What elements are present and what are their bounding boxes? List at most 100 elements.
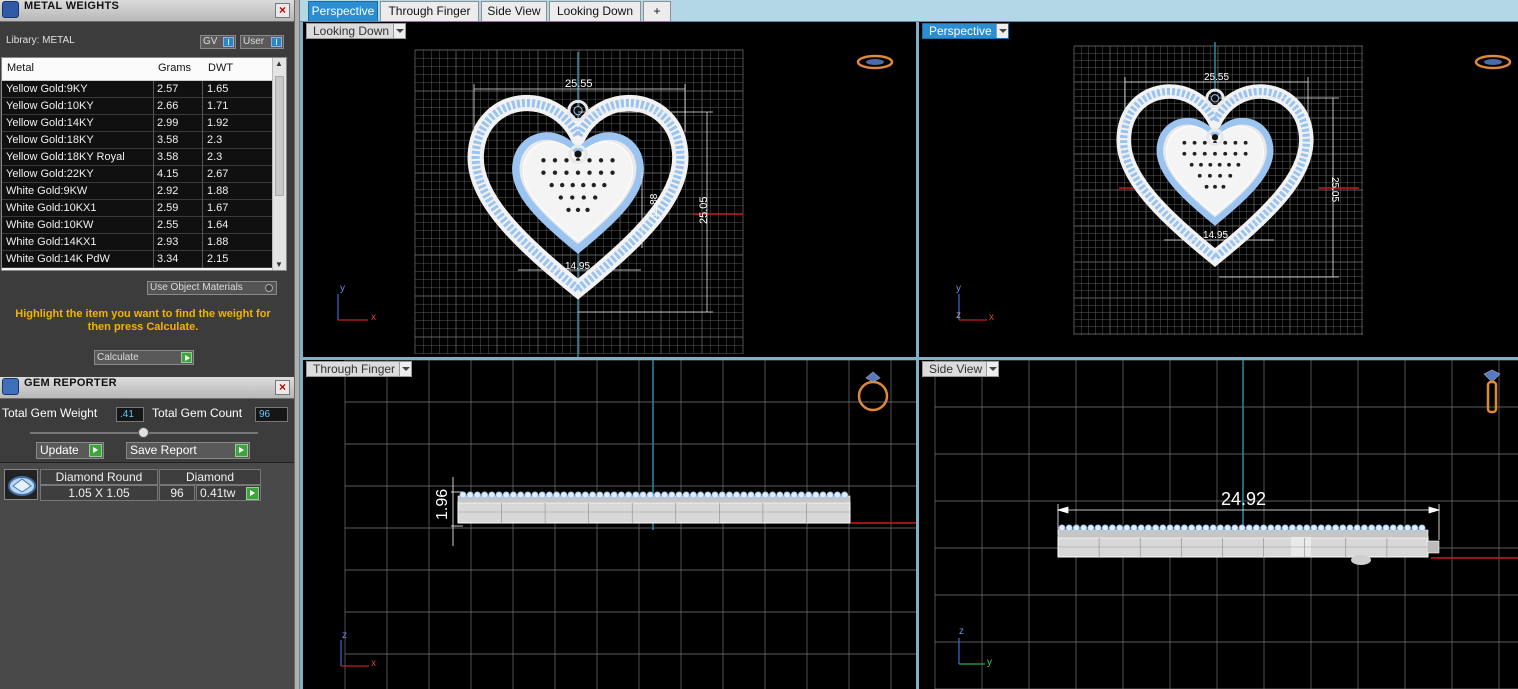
cell-grams: 2.92: [157, 185, 179, 197]
close-icon[interactable]: ×: [275, 3, 290, 18]
table-row[interactable]: Yellow Gold:22KY 4.15 2.67: [2, 166, 272, 183]
cell-metal: Yellow Gold:14KY: [6, 117, 94, 129]
cell-grams: 2.93: [157, 236, 179, 248]
metal-table-header: Metal Grams DWT: [2, 58, 274, 81]
perspective-canvas: 25.55 25.05 14.95: [958, 42, 1512, 335]
cell-dwt: 1.92: [207, 117, 229, 129]
scroll-up-icon[interactable]: ▲: [275, 59, 284, 68]
gem-reporter-header: GEM REPORTER ×: [0, 377, 294, 399]
gem-reporter-title: GEM REPORTER: [24, 377, 117, 389]
viewport-area: 25.55 25.05 11.88 14.95 y x Looking Down: [300, 22, 1518, 689]
update-button[interactable]: Update: [36, 442, 104, 459]
ring-orientation-icon: [857, 371, 889, 412]
cell-dwt: 1.88: [207, 236, 229, 248]
calculate-button[interactable]: Calculate: [94, 350, 194, 365]
gem-weight-cell[interactable]: 0.41tw: [196, 485, 261, 501]
cell-dwt: 1.67: [207, 202, 229, 214]
cell-metal: White Gold:9KW: [6, 185, 88, 197]
ring-orientation-icon: [856, 54, 894, 70]
table-row[interactable]: White Gold:10KX1 2.59 1.67: [2, 200, 272, 217]
gem-slider-knob[interactable]: [138, 427, 149, 438]
table-row[interactable]: Yellow Gold:18KY 3.58 2.3: [2, 132, 272, 149]
scroll-thumb[interactable]: [275, 76, 284, 196]
dim-thickness-label: 1.96: [434, 489, 451, 520]
table-row[interactable]: White Gold:9KW 2.92 1.88: [2, 183, 272, 200]
col-header-dwt[interactable]: DWT: [208, 62, 233, 74]
add-tab-button[interactable]: +: [643, 1, 671, 21]
tab-perspective[interactable]: Perspective: [308, 1, 378, 21]
table-row[interactable]: White Gold:10KW 2.55 1.64: [2, 217, 272, 234]
dim-inner-width-label: 14.95: [565, 261, 590, 272]
metal-weights-title: METAL WEIGHTS: [24, 0, 120, 12]
viewport-through-finger[interactable]: 1.96 z x Through Finger: [303, 360, 916, 689]
gem-count-cell[interactable]: 96: [159, 485, 195, 501]
table-row[interactable]: White Gold:14K PdW 3.34 2.15: [2, 251, 272, 268]
chevron-down-icon[interactable]: [393, 24, 406, 38]
gv-toggle[interactable]: GV I: [200, 35, 236, 49]
col-header-metal[interactable]: Metal: [7, 62, 34, 74]
viewport-title: Side View: [929, 362, 983, 376]
go-arrow-icon: [181, 352, 192, 363]
axis-gizmo: [337, 294, 368, 321]
table-row[interactable]: Yellow Gold:9KY 2.57 1.65: [2, 81, 272, 98]
total-gem-count-value: 96: [255, 407, 288, 422]
side-view-grid: [934, 360, 1518, 689]
use-object-materials-option[interactable]: Use Object Materials: [147, 281, 277, 295]
tab-side-view[interactable]: Side View: [481, 1, 547, 21]
cell-grams: 2.57: [157, 83, 179, 95]
user-toggle[interactable]: User I: [240, 35, 284, 49]
tab-through-finger[interactable]: Through Finger: [380, 1, 479, 21]
col-header-grams[interactable]: Grams: [158, 62, 191, 74]
table-row[interactable]: Yellow Gold:18KY Royal 3.58 2.3: [2, 149, 272, 166]
axis-label-vertical: y: [956, 283, 961, 294]
cell-grams: 3.58: [157, 151, 179, 163]
viewport-menu-perspective[interactable]: Perspective: [922, 23, 1009, 39]
viewport-menu-looking-down[interactable]: Looking Down: [306, 23, 407, 39]
calculate-hint: Highlight the item you want to find the …: [15, 308, 271, 333]
viewport-looking-down[interactable]: 25.55 25.05 11.88 14.95 y x Looking Down: [303, 22, 916, 357]
viewport-menu-through-finger[interactable]: Through Finger: [306, 361, 413, 377]
metal-table-scrollbar[interactable]: ▲ ▼: [272, 58, 286, 270]
table-row[interactable]: Yellow Gold:14KY 2.99 1.92: [2, 115, 272, 132]
chevron-down-icon[interactable]: [995, 24, 1008, 38]
axis-label-vertical: z: [342, 630, 347, 641]
save-report-button[interactable]: Save Report: [126, 442, 250, 459]
axis-label-horizontal: x: [371, 312, 376, 323]
cell-metal: Yellow Gold:9KY: [6, 83, 88, 95]
cell-metal: Yellow Gold:10KY: [6, 100, 94, 112]
tab-looking-down[interactable]: Looking Down: [549, 1, 641, 21]
chevron-down-icon[interactable]: [986, 362, 999, 376]
gem-thumbnail-icon[interactable]: [4, 469, 38, 500]
viewport-menu-side-view[interactable]: Side View: [922, 361, 1000, 377]
viewport-title: Through Finger: [313, 362, 396, 376]
dim-width-label: 25.55: [565, 78, 593, 90]
cell-metal: Yellow Gold:22KY: [6, 168, 94, 180]
axis-label-vertical: y: [340, 283, 345, 294]
user-toggle-label: User: [243, 36, 265, 47]
dim-inner-width-label: 14.95: [1203, 230, 1228, 241]
chevron-down-icon[interactable]: [399, 362, 412, 376]
gem-shape-cell[interactable]: Diamond Round: [40, 469, 158, 485]
go-arrow-icon[interactable]: [246, 487, 259, 500]
cell-dwt: 2.67: [207, 168, 229, 180]
axis-label-horizontal: x: [989, 312, 994, 323]
cell-metal: Yellow Gold:18KY: [6, 134, 94, 146]
cell-grams: 2.59: [157, 202, 179, 214]
axis-label-horizontal: x: [371, 658, 376, 669]
dim-height-label: 25.05: [698, 196, 710, 224]
viewport-side-view[interactable]: 24.92 z y Side View: [919, 360, 1518, 689]
use-object-materials-radio[interactable]: [265, 284, 273, 292]
scroll-down-icon[interactable]: ▼: [275, 260, 284, 269]
close-icon[interactable]: ×: [275, 380, 290, 395]
axis-label-depth: z: [956, 310, 961, 321]
looking-down-canvas: 25.55 25.05 11.88 14.95: [337, 49, 894, 357]
viewport-perspective[interactable]: 25.55 25.05 14.95 y z x Perspective: [919, 22, 1518, 357]
cell-grams: 3.34: [157, 253, 179, 265]
cell-dwt: 1.65: [207, 83, 229, 95]
table-row[interactable]: Yellow Gold:10KY 2.66 1.71: [2, 98, 272, 115]
cell-metal: Yellow Gold:18KY Royal: [6, 151, 125, 163]
gem-size-cell[interactable]: 1.05 X 1.05: [40, 485, 158, 501]
table-row[interactable]: White Gold:14KX1 2.93 1.88: [2, 234, 272, 251]
gem-material-cell[interactable]: Diamond: [159, 469, 261, 485]
pendant-profile-through-finger: [457, 491, 851, 524]
